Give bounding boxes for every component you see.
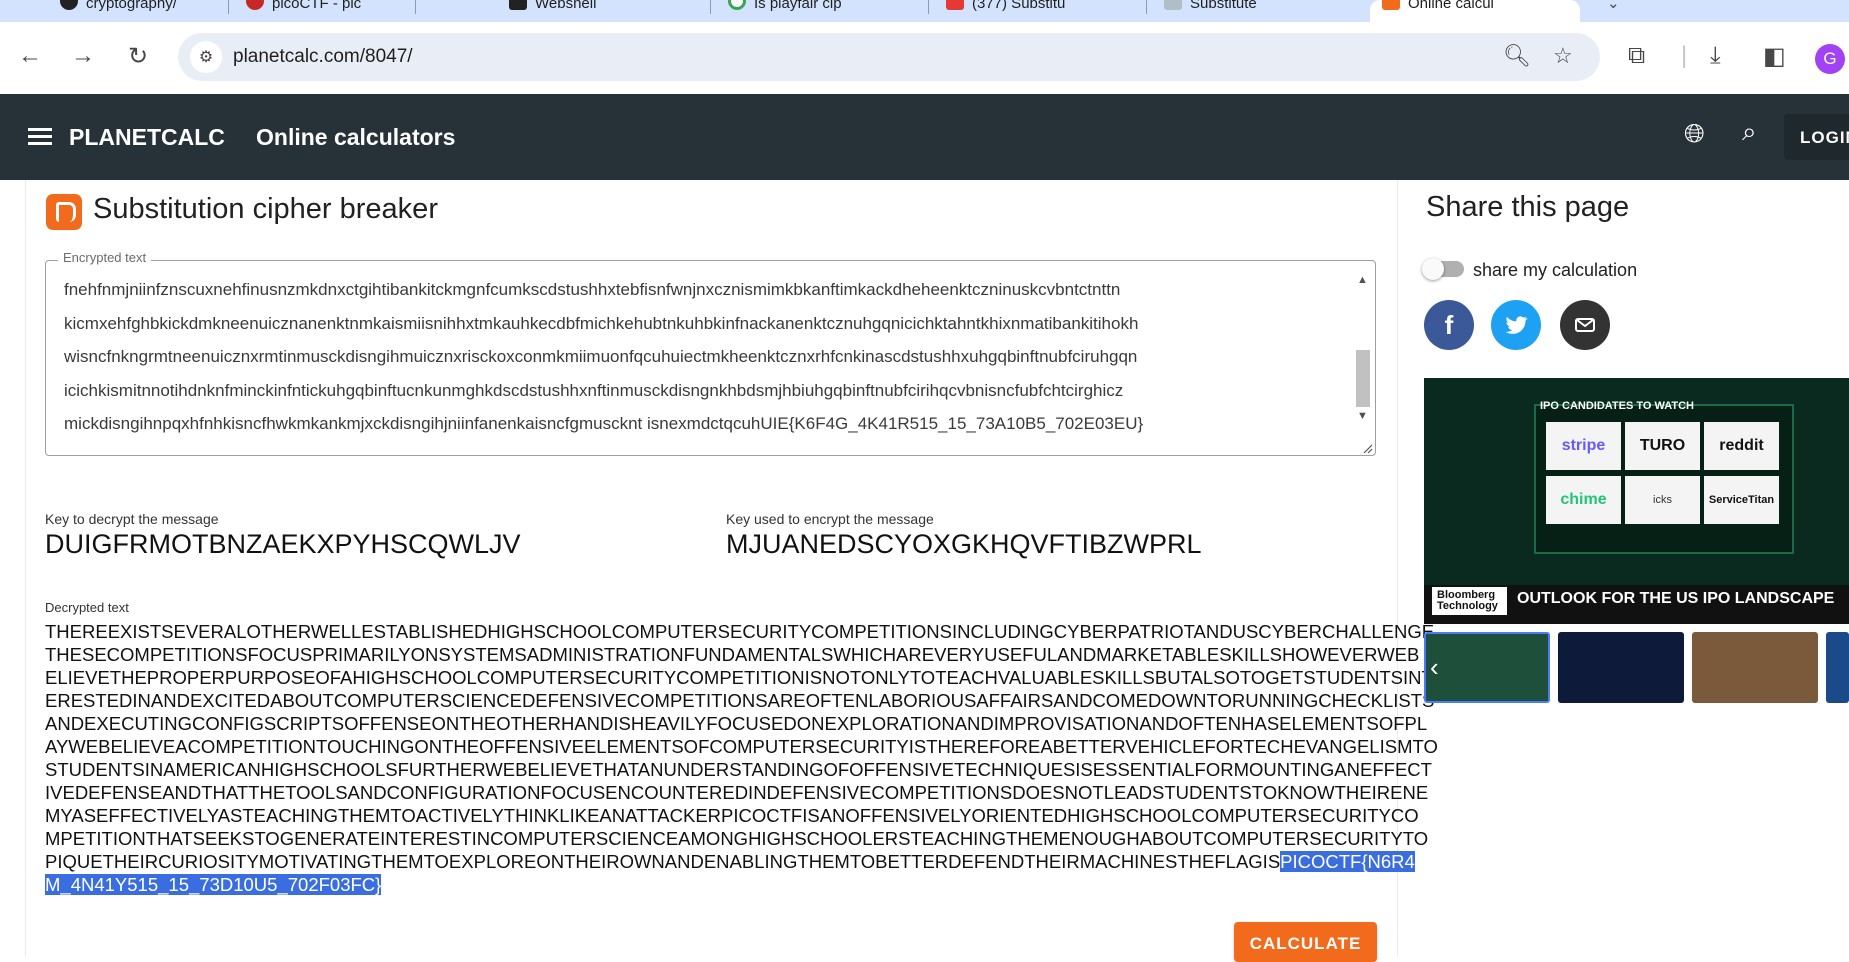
decrypted-text-label: Decrypted text xyxy=(45,600,129,615)
scrollbar-thumb[interactable] xyxy=(1356,350,1370,407)
google-icon xyxy=(728,0,746,10)
login-button[interactable]: LOGIN xyxy=(1784,114,1849,160)
site-header: PLANETCALC Online calculators 🌐︎ ⌕ LOGIN xyxy=(0,94,1849,180)
tab-overflow-button[interactable]: ⌄ xyxy=(1595,0,1635,22)
scroll-down-arrow-icon[interactable]: ▼ xyxy=(1357,410,1368,422)
chevron-left-icon[interactable]: ‹ xyxy=(1424,632,1452,703)
video-tile: stripe xyxy=(1546,422,1621,470)
extensions-icon[interactable]: ⧉ xyxy=(1628,42,1645,70)
document-icon xyxy=(1164,0,1182,10)
site-logo[interactable]: PLANETCALC xyxy=(69,124,225,151)
video-tile: chime xyxy=(1546,476,1621,524)
video-tile: TURO xyxy=(1625,422,1700,470)
download-icon[interactable]: ⤓ xyxy=(1710,42,1721,70)
video-player[interactable]: IPO CANDIDATES TO WATCH stripe TURO redd… xyxy=(1424,378,1849,624)
github-icon xyxy=(60,0,78,10)
picoctf-icon xyxy=(246,0,264,10)
tab-separator xyxy=(415,0,416,14)
share-toggle-label: share my calculation xyxy=(1473,260,1638,280)
browser-tab[interactable]: (377) Substitu xyxy=(934,0,1134,22)
key-encrypt-label: Key used to encrypt the message xyxy=(726,511,934,527)
reload-button[interactable]: ↻ xyxy=(118,36,158,76)
email-icon[interactable] xyxy=(1560,300,1610,350)
key-encrypt-value: MJUANEDSCYOXGKHQVFTIBZWPRL xyxy=(726,529,1202,559)
scroll-up-arrow-icon[interactable]: ▲ xyxy=(1357,274,1368,286)
decrypted-text: THEREEXISTSEVERALOTHERWELLESTABLISHEDHIG… xyxy=(45,621,1438,895)
profile-avatar[interactable]: G xyxy=(1815,44,1845,74)
encrypted-text-label: Encrypted text xyxy=(58,250,152,265)
terminal-icon xyxy=(509,0,527,10)
video-thumbnail[interactable] xyxy=(1692,632,1818,703)
selected-flag-text-end: M_4N41Y515_15_73D10U5_702F03FC} xyxy=(45,874,382,895)
browser-tab[interactable]: picoCTF - pic xyxy=(234,0,414,22)
share-title: Share this page xyxy=(1426,191,1630,223)
resize-handle-icon[interactable] xyxy=(1361,442,1373,454)
textarea-scrollbar[interactable]: ▲ ▼ xyxy=(1353,272,1372,434)
tab-separator xyxy=(1146,0,1147,14)
encrypted-text-content[interactable]: fnehfnmjniinfznscuxnehfinusnzmkdnxctgiht… xyxy=(64,273,1364,445)
browser-tab-strip: cryptography/ picoCTF - pic Webshell Is … xyxy=(0,0,1849,22)
key-decrypt-value: DUIGFRMOTBNZAEKXPYHSCQWLJV xyxy=(45,529,521,559)
back-button[interactable]: ← xyxy=(10,36,50,76)
planetcalc-logo-icon xyxy=(46,194,82,230)
language-globe-icon[interactable]: 🌐︎ xyxy=(1684,118,1705,150)
twitter-icon[interactable] xyxy=(1491,300,1541,350)
toolbar-divider: | xyxy=(1681,42,1688,69)
video-tile: ServiceTitan xyxy=(1704,476,1779,524)
browser-tab[interactable]: cryptography/ xyxy=(48,0,218,22)
browser-tab[interactable]: Substitute xyxy=(1152,0,1352,22)
side-panel-icon[interactable]: ◧ xyxy=(1763,42,1786,71)
video-caption-small: IPO CANDIDATES TO WATCH xyxy=(1540,400,1694,412)
browser-tab[interactable]: Is playfair cip xyxy=(716,0,916,22)
address-bar[interactable]: ⚙ planetcalc.com/8047/ 🔍︎ ☆ xyxy=(178,33,1600,81)
browser-tab-active[interactable]: Online calcul xyxy=(1370,0,1580,22)
video-thumbnail[interactable] xyxy=(1826,632,1849,703)
selected-flag-text: PICOCTF{N6R4 xyxy=(1280,851,1415,872)
tab-separator xyxy=(228,0,229,14)
key-decrypt-label: Key to decrypt the message xyxy=(45,511,219,527)
url-text[interactable]: planetcalc.com/8047/ xyxy=(233,46,413,68)
bookmark-star-icon[interactable]: ☆ xyxy=(1553,43,1573,69)
tab-separator xyxy=(928,0,929,14)
zoom-icon[interactable]: 🔍︎ xyxy=(1503,43,1531,69)
facebook-icon[interactable]: f xyxy=(1424,300,1474,350)
forward-button[interactable]: → xyxy=(63,36,103,76)
calculate-button[interactable]: CALCULATE xyxy=(1234,922,1377,962)
menu-icon[interactable] xyxy=(28,128,52,146)
calculator-title: Substitution cipher breaker xyxy=(93,193,438,225)
search-icon[interactable]: ⌕ xyxy=(1742,116,1757,148)
video-thumbnail[interactable] xyxy=(1558,632,1684,703)
tab-separator xyxy=(710,0,711,14)
site-subtitle[interactable]: Online calculators xyxy=(256,124,455,151)
video-tile: reddit xyxy=(1704,422,1779,470)
bloomberg-logo: Bloomberg Technology xyxy=(1432,587,1507,615)
video-tile: icks xyxy=(1625,476,1700,524)
share-toggle[interactable] xyxy=(1422,258,1464,280)
site-info-icon[interactable]: ⚙ xyxy=(190,41,222,73)
browser-tab[interactable]: Webshell xyxy=(497,0,697,22)
video-headline: OUTLOOK FOR THE US IPO LANDSCAPE xyxy=(1517,590,1835,607)
youtube-icon xyxy=(946,0,964,10)
planetcalc-icon xyxy=(1382,0,1400,10)
